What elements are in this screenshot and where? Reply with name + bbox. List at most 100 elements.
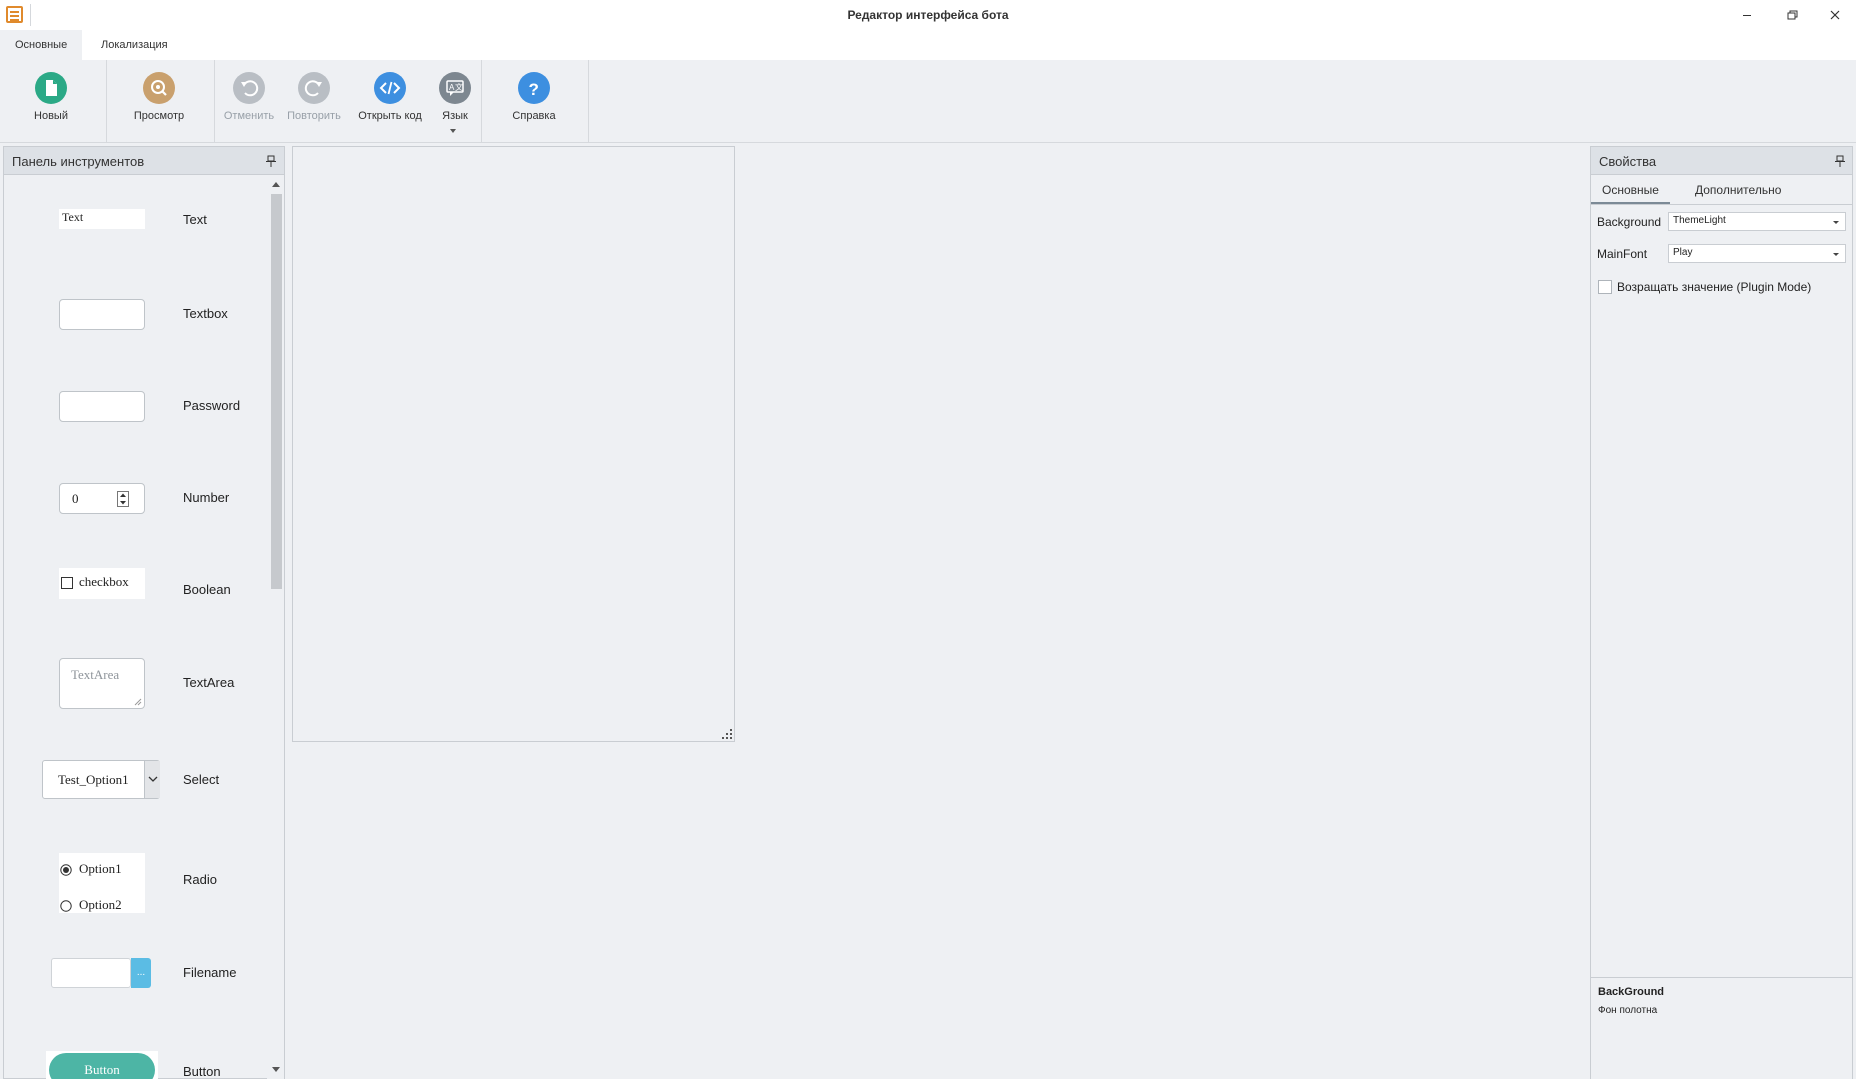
radio-option-label: Option2: [79, 897, 122, 912]
design-canvas[interactable]: [292, 146, 735, 742]
tool-item-number[interactable]: 0 Number: [4, 465, 266, 557]
return-value-label: Возращать значение (Plugin Mode): [1617, 280, 1812, 294]
radio-checked-icon: [60, 864, 72, 876]
select-preview: Test_Option1: [42, 760, 160, 799]
undo-icon: [233, 72, 265, 104]
ribbon-tabs: Основные Локализация: [0, 30, 1856, 60]
tool-item-textarea[interactable]: TextArea TextArea: [4, 649, 266, 741]
properties-body: Background ThemeLight MainFont Play: [1591, 204, 1852, 977]
tools-panel: Панель инструментов Text Text Textbox Pa…: [3, 146, 285, 1079]
button-preview: Button: [49, 1053, 155, 1079]
restore-icon: [1787, 10, 1798, 20]
chevron-down-icon: [148, 776, 158, 782]
tool-item-filename[interactable]: ... Filename: [4, 925, 266, 1017]
redo-icon: [298, 72, 330, 104]
button-preview-frame: Button: [46, 1051, 158, 1079]
window-title: Редактор интерфейса бота: [847, 8, 1009, 22]
open-code-button[interactable]: Открыть код: [355, 66, 425, 136]
help-label: Справка: [512, 110, 556, 122]
background-select[interactable]: ThemeLight: [1668, 212, 1846, 231]
tab-properties-extra[interactable]: Дополнительно: [1684, 176, 1792, 204]
tools-panel-header: Панель инструментов: [4, 147, 284, 175]
close-button[interactable]: [1817, 4, 1853, 26]
restore-button[interactable]: [1774, 4, 1810, 26]
text-preview: Text: [59, 209, 145, 229]
browse-button-preview: ...: [131, 958, 151, 988]
tool-item-radio[interactable]: Option1 Option2 Radio: [4, 833, 266, 925]
radio-option-label: Option1: [79, 861, 122, 876]
tool-item-password[interactable]: Password: [4, 373, 266, 465]
return-value-checkbox[interactable]: [1598, 280, 1612, 294]
redo-button[interactable]: Повторить: [279, 66, 349, 136]
help-button[interactable]: ? Справка: [499, 66, 569, 136]
new-file-icon: [35, 72, 67, 104]
new-label: Новый: [34, 110, 68, 122]
scroll-down-icon[interactable]: [272, 1067, 280, 1072]
textarea-preview: TextArea: [59, 658, 145, 709]
pin-icon[interactable]: [266, 155, 276, 167]
tool-item-text[interactable]: Text Text: [4, 189, 266, 281]
number-preview: 0: [59, 483, 145, 514]
tool-name: TextArea: [183, 675, 235, 690]
ribbon-toolbar: Новый Просмотр Отменить Повторить Открыт…: [0, 60, 1856, 143]
tool-name: Textbox: [183, 306, 228, 321]
svg-text:?: ?: [529, 80, 539, 99]
tools-scrollbar[interactable]: [267, 176, 284, 1079]
help-icon: ?: [518, 72, 550, 104]
preview-button[interactable]: Просмотр: [124, 66, 194, 136]
prop-value: Play: [1673, 247, 1693, 258]
minimize-button[interactable]: [1729, 4, 1765, 26]
chevron-down-icon: [450, 129, 456, 133]
editor-window: Редактор интерфейса бота Основные Локали…: [0, 0, 1856, 1079]
tools-panel-title: Панель инструментов: [12, 154, 145, 169]
preview-label: Просмотр: [133, 110, 185, 122]
close-icon: [1830, 10, 1840, 20]
tool-item-textbox[interactable]: Textbox: [4, 281, 266, 373]
prop-label: MainFont: [1597, 247, 1648, 261]
chevron-down-icon: [1833, 221, 1839, 224]
ribbon-separator: [588, 60, 589, 142]
tool-name: Number: [183, 490, 230, 505]
checkbox-preview-label: checkbox: [79, 574, 129, 589]
tool-name: Filename: [183, 965, 237, 980]
password-preview: [59, 391, 145, 422]
code-icon: [374, 72, 406, 104]
textbox-preview: [59, 299, 145, 330]
chevron-down-icon: [1833, 253, 1839, 256]
tab-localization[interactable]: Локализация: [86, 30, 183, 60]
ribbon-separator: [481, 60, 482, 142]
properties-panel: Свойства Основные Дополнительно Backgrou…: [1590, 146, 1853, 1079]
resize-grip-icon[interactable]: [722, 729, 732, 739]
tool-item-boolean[interactable]: checkbox Boolean: [4, 557, 266, 649]
language-icon: A文: [439, 72, 471, 104]
number-preview-value: 0: [72, 491, 79, 506]
tab-main[interactable]: Основные: [0, 30, 83, 60]
language-label: Язык: [442, 110, 468, 122]
minimize-icon: [1743, 15, 1751, 16]
mainfont-select[interactable]: Play: [1668, 244, 1846, 263]
scroll-thumb[interactable]: [271, 194, 282, 589]
undo-button[interactable]: Отменить: [214, 66, 284, 136]
language-button[interactable]: A文 Язык: [420, 66, 490, 136]
tab-properties-main[interactable]: Основные: [1591, 176, 1670, 204]
properties-tabs: Основные Дополнительно: [1591, 176, 1852, 204]
tool-name: Boolean: [183, 582, 231, 597]
properties-panel-header: Свойства: [1591, 147, 1852, 175]
spinner-icon: [117, 491, 129, 507]
tool-item-select[interactable]: Test_Option1 Select: [4, 741, 266, 833]
scroll-up-icon[interactable]: [272, 182, 280, 187]
preview-icon: [143, 72, 175, 104]
new-button[interactable]: Новый: [16, 66, 86, 136]
textarea-placeholder: TextArea: [71, 667, 120, 682]
tool-item-button[interactable]: Button Button: [4, 1017, 266, 1079]
select-arrow: [144, 761, 160, 798]
prop-row-background: Background ThemeLight: [1591, 211, 1852, 233]
prop-label: Background: [1597, 215, 1662, 229]
pin-icon[interactable]: [1835, 155, 1845, 167]
resize-grip-icon: [134, 698, 142, 706]
prop-row-mainfont: MainFont Play: [1591, 243, 1852, 265]
tool-name: Text: [183, 212, 207, 227]
radio-unchecked-icon: [60, 900, 72, 912]
description-title: BackGround: [1598, 986, 1665, 998]
title-bar: Редактор интерфейса бота: [0, 0, 1856, 30]
